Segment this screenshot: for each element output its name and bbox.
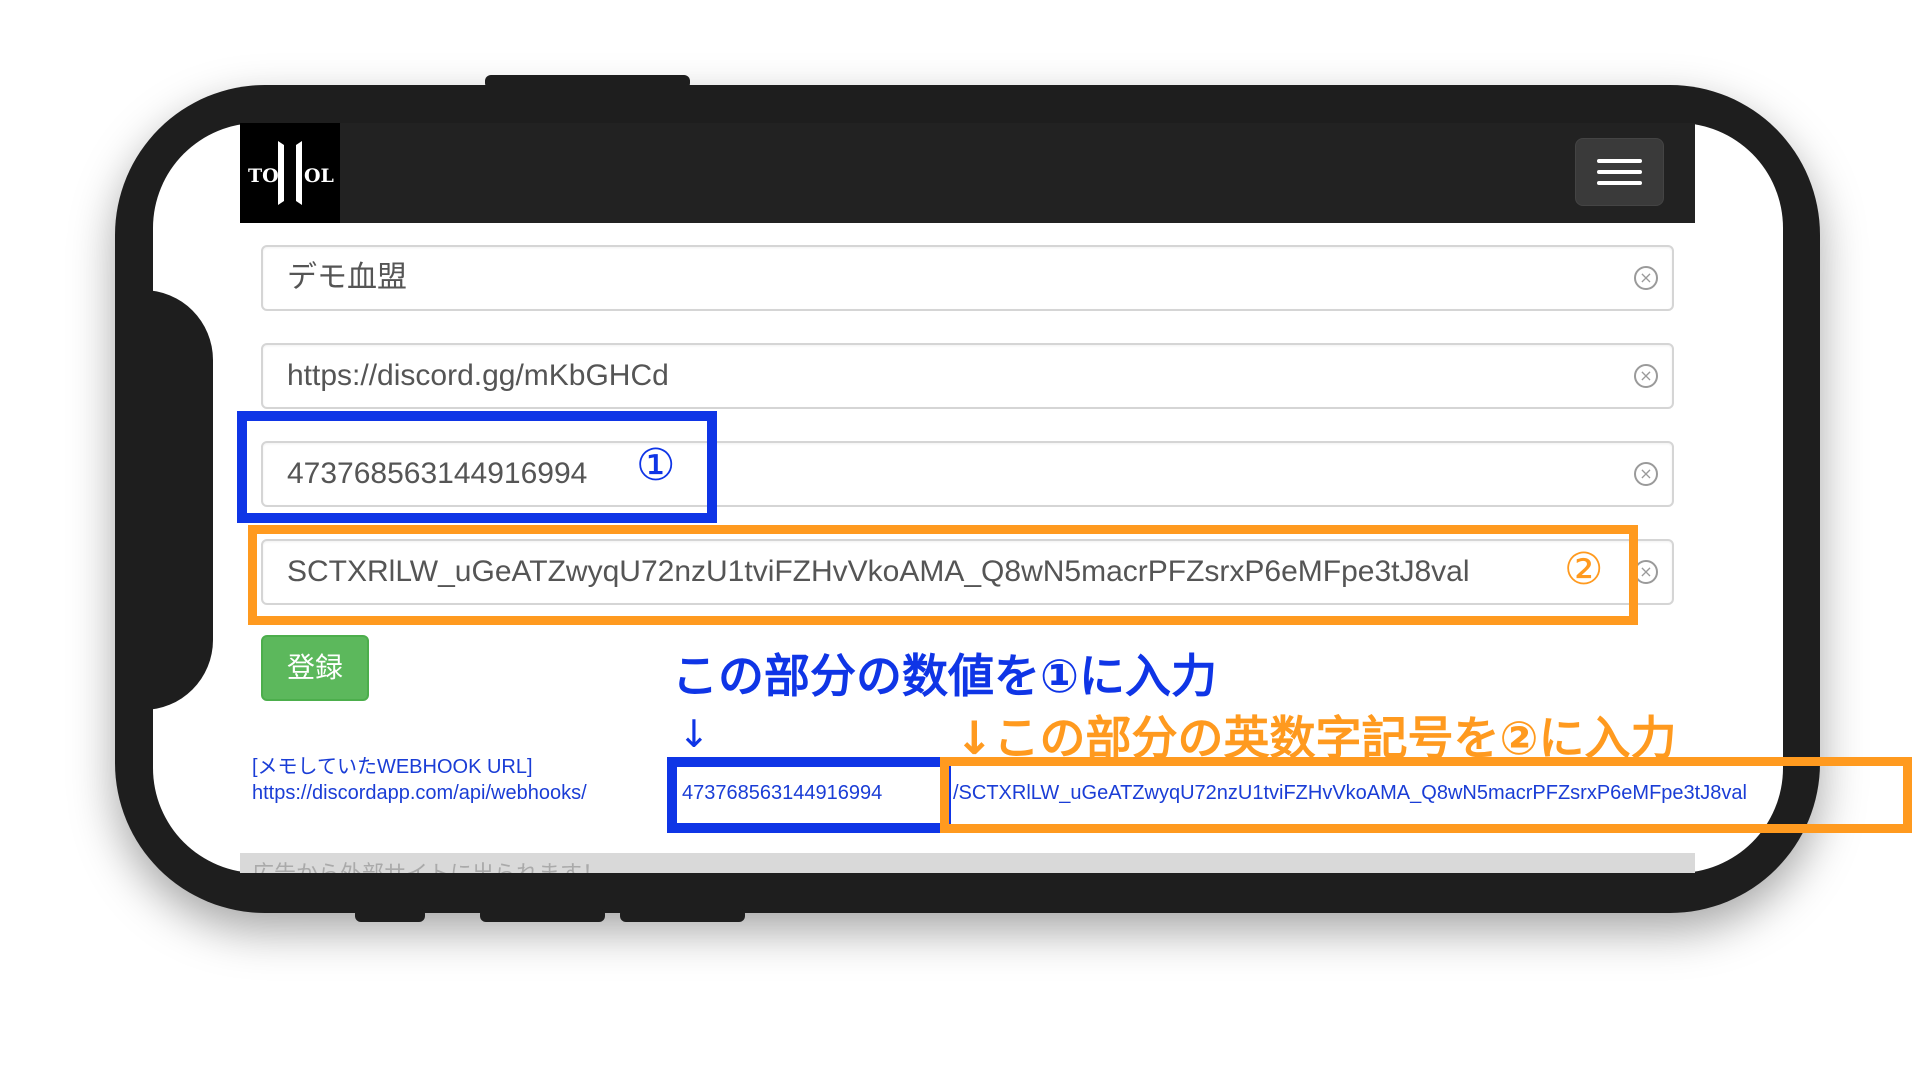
hamburger-line (1597, 181, 1642, 185)
menu-toggle-button[interactable] (1575, 138, 1664, 206)
logo-icon: TO OL (240, 123, 340, 223)
invite-url-value: https://discord.gg/mKbGHCd (287, 359, 669, 392)
clan-name-value: デモ血盟 (287, 261, 407, 294)
hamburger-line (1597, 170, 1642, 174)
hamburger-line (1597, 159, 1642, 163)
phone-bottom-button (480, 908, 605, 922)
clear-icon[interactable]: × (1634, 364, 1658, 388)
annotation-arrow-1: ↓ (678, 712, 710, 756)
annotation-instruction-1: この部分の数値を①に入力 (672, 649, 1217, 703)
memo-label: [メモしていたWEBHOOK URL] (252, 756, 533, 778)
top-navbar (240, 123, 1695, 223)
phone-bottom-button (620, 908, 745, 922)
annotation-box-url-id (667, 757, 951, 833)
clear-icon[interactable]: × (1634, 266, 1658, 290)
annotation-badge-2: ② (1564, 544, 1604, 595)
site-logo[interactable]: TO OL (240, 123, 340, 223)
ad-notice-bar: 広告から外部サイトに出られます！ (240, 853, 1695, 873)
annotation-badge-1: ① (636, 440, 676, 491)
ad-notice-text: 広告から外部サイトに出られます！ (252, 856, 604, 873)
phone-notch (115, 290, 213, 710)
phone-top-button (485, 75, 690, 89)
annotation-box-url-token (940, 757, 1912, 833)
clear-icon[interactable]: × (1634, 462, 1658, 486)
logo-text-left: TO (248, 165, 279, 187)
memo-url-prefix: https://discordapp.com/api/webhooks/ (252, 782, 587, 804)
invite-url-input[interactable]: https://discord.gg/mKbGHCd × (261, 343, 1674, 409)
clan-name-input[interactable]: デモ血盟 × (261, 245, 1674, 311)
register-button[interactable]: 登録 (261, 635, 369, 701)
phone-bottom-button (355, 908, 425, 922)
logo-text-right: OL (304, 165, 334, 187)
annotation-box-token-field (248, 525, 1638, 625)
